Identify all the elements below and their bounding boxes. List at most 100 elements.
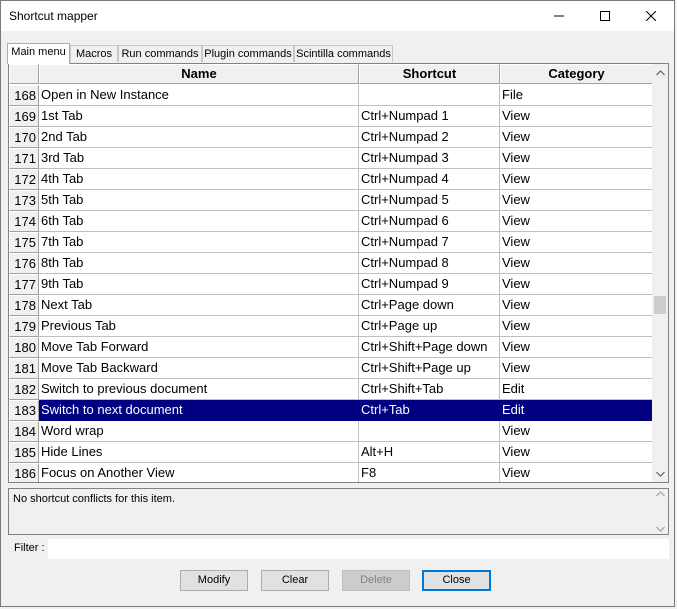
clear-button[interactable]: Clear [261,570,329,591]
table-row[interactable]: 175 7th Tab Ctrl+Numpad 7 View [9,232,653,253]
shortcut-cell[interactable]: Ctrl+Numpad 6 [359,211,500,232]
category-cell[interactable]: View [500,211,653,232]
table-row[interactable]: 181 Move Tab Backward Ctrl+Shift+Page up Vi… [9,358,653,379]
table-row[interactable]: 183 Switch to next document Ctrl+Tab Edit [9,400,653,421]
table-row[interactable]: 168 Open in New Instance File [9,85,653,106]
shortcut-cell[interactable]: F8 [359,463,500,482]
conflict-scrollbar[interactable] [652,489,668,534]
table-row[interactable]: 169 1st Tab Ctrl+Numpad 1 View [9,106,653,127]
shortcut-cell[interactable]: Ctrl+Numpad 3 [359,148,500,169]
category-cell[interactable]: View [500,274,653,295]
command-name-cell[interactable]: Previous Tab [39,316,359,337]
column-header-name[interactable]: Name [39,64,359,84]
table-row[interactable]: 172 4th Tab Ctrl+Numpad 4 View [9,169,653,190]
category-cell[interactable]: View [500,169,653,190]
table-row[interactable]: 178 Next Tab Ctrl+Page down View [9,295,653,316]
grid-vertical-scrollbar[interactable] [652,64,668,482]
table-row[interactable]: 185 Hide Lines Alt+H View [9,442,653,463]
row-number[interactable]: 178 [9,295,39,316]
command-name-cell[interactable]: Hide Lines [39,442,359,463]
command-name-cell[interactable]: Switch to next document [39,400,359,421]
category-cell[interactable]: View [500,316,653,337]
category-cell[interactable]: View [500,463,653,482]
command-name-cell[interactable]: 3rd Tab [39,148,359,169]
modify-button[interactable]: Modify [180,570,248,591]
category-cell[interactable]: View [500,358,653,379]
table-row[interactable]: 177 9th Tab Ctrl+Numpad 9 View [9,274,653,295]
row-number[interactable]: 184 [9,421,39,442]
shortcut-cell[interactable]: Ctrl+Numpad 7 [359,232,500,253]
category-cell[interactable]: Edit [500,400,653,421]
row-number[interactable]: 186 [9,463,39,482]
shortcut-cell[interactable]: Ctrl+Numpad 2 [359,127,500,148]
row-number[interactable]: 179 [9,316,39,337]
category-cell[interactable]: View [500,148,653,169]
shortcut-cell[interactable]: Ctrl+Numpad 9 [359,274,500,295]
table-row[interactable]: 176 8th Tab Ctrl+Numpad 8 View [9,253,653,274]
shortcut-cell[interactable]: Ctrl+Numpad 1 [359,106,500,127]
row-number[interactable]: 173 [9,190,39,211]
command-name-cell[interactable]: Word wrap [39,421,359,442]
command-name-cell[interactable]: Open in New Instance [39,85,359,106]
category-cell[interactable]: View [500,253,653,274]
category-cell[interactable]: View [500,442,653,463]
delete-button[interactable]: Delete [342,570,410,591]
command-name-cell[interactable]: 6th Tab [39,211,359,232]
row-number[interactable]: 185 [9,442,39,463]
close-button[interactable]: Close [422,570,491,591]
category-cell[interactable]: View [500,190,653,211]
command-name-cell[interactable]: 5th Tab [39,190,359,211]
shortcut-cell[interactable]: Ctrl+Page up [359,316,500,337]
row-number[interactable]: 175 [9,232,39,253]
scrollbar-thumb[interactable] [654,296,666,314]
command-name-cell[interactable]: Next Tab [39,295,359,316]
table-row[interactable]: 174 6th Tab Ctrl+Numpad 6 View [9,211,653,232]
category-cell[interactable]: View [500,337,653,358]
command-name-cell[interactable]: Move Tab Backward [39,358,359,379]
category-cell[interactable]: View [500,421,653,442]
scroll-down-button[interactable] [652,465,668,482]
row-number[interactable]: 182 [9,379,39,400]
command-name-cell[interactable]: Focus on Another View [39,463,359,482]
category-cell[interactable]: View [500,232,653,253]
scroll-up-button[interactable] [652,64,668,81]
command-name-cell[interactable]: 8th Tab [39,253,359,274]
table-row[interactable]: 186 Focus on Another View F8 View [9,463,653,482]
category-cell[interactable]: Edit [500,379,653,400]
row-number[interactable]: 183 [9,400,39,421]
shortcut-cell[interactable]: Ctrl+Page down [359,295,500,316]
table-row[interactable]: 173 5th Tab Ctrl+Numpad 5 View [9,190,653,211]
tab-run-commands[interactable]: Run commands [118,45,202,62]
command-name-cell[interactable]: 9th Tab [39,274,359,295]
tab-plugin-commands[interactable]: Plugin commands [202,45,294,62]
shortcut-grid[interactable]: Name Shortcut Category 168 Open in New In… [8,63,669,483]
row-number[interactable]: 172 [9,169,39,190]
tab-main-menu[interactable]: Main menu [7,43,70,64]
command-name-cell[interactable]: 4th Tab [39,169,359,190]
row-number[interactable]: 180 [9,337,39,358]
command-name-cell[interactable]: 1st Tab [39,106,359,127]
row-number[interactable]: 174 [9,211,39,232]
shortcut-cell[interactable]: Ctrl+Tab [359,400,500,421]
table-row[interactable]: 170 2nd Tab Ctrl+Numpad 2 View [9,127,653,148]
filter-input[interactable] [48,539,669,559]
tab-scintilla-commands[interactable]: Scintilla commands [294,45,393,62]
row-number[interactable]: 170 [9,127,39,148]
row-number[interactable]: 177 [9,274,39,295]
row-number[interactable]: 181 [9,358,39,379]
command-name-cell[interactable]: Switch to previous document [39,379,359,400]
minimize-button[interactable] [536,1,582,31]
row-number[interactable]: 168 [9,85,39,106]
table-row[interactable]: 171 3rd Tab Ctrl+Numpad 3 View [9,148,653,169]
shortcut-cell[interactable]: Ctrl+Shift+Page down [359,337,500,358]
shortcut-cell[interactable] [359,421,500,442]
shortcut-cell[interactable] [359,85,500,106]
table-row[interactable]: 184 Word wrap View [9,421,653,442]
column-header-shortcut[interactable]: Shortcut [359,64,500,84]
command-name-cell[interactable]: 2nd Tab [39,127,359,148]
command-name-cell[interactable]: Move Tab Forward [39,337,359,358]
row-number[interactable]: 171 [9,148,39,169]
shortcut-cell[interactable]: Ctrl+Numpad 8 [359,253,500,274]
table-row[interactable]: 180 Move Tab Forward Ctrl+Shift+Page down V… [9,337,653,358]
command-name-cell[interactable]: 7th Tab [39,232,359,253]
